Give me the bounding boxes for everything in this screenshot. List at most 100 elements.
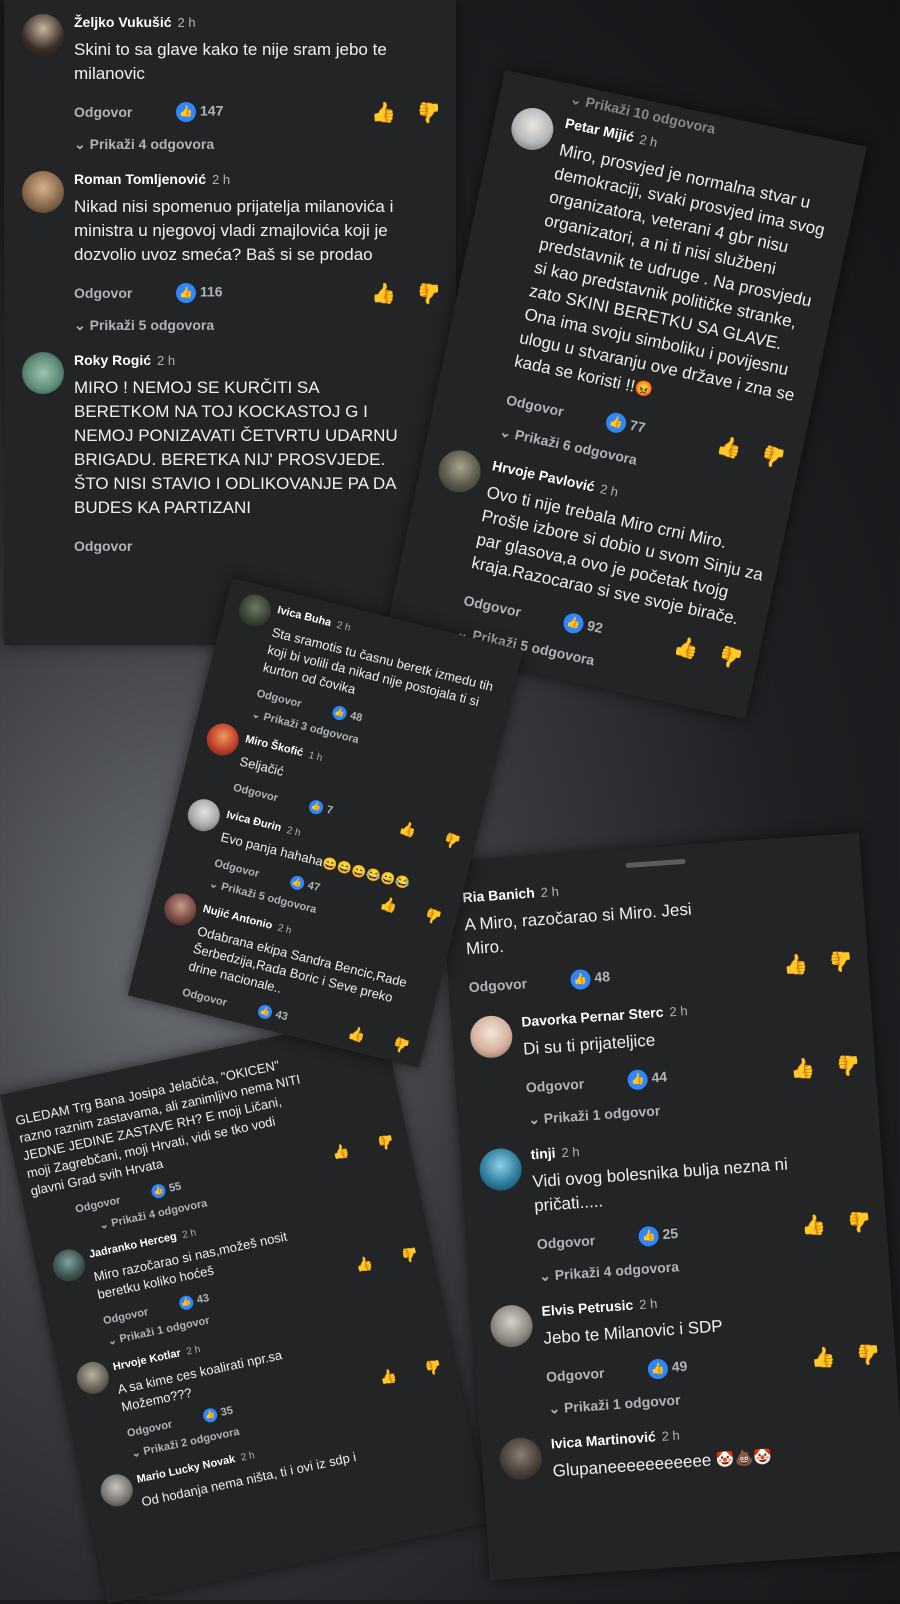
avatar[interactable]: [184, 795, 224, 835]
reply-button[interactable]: Odgovor: [74, 285, 132, 301]
comment-time: 2 h: [185, 1344, 202, 1358]
comment-author[interactable]: Ivica Martinović: [550, 1428, 656, 1451]
reply-button[interactable]: Odgovor: [74, 1194, 121, 1215]
thumbs-up-icon[interactable]: 👍: [330, 1142, 351, 1162]
view-replies-label: Prikaži 4 odgovora: [554, 1258, 680, 1283]
like-count-value: 49: [671, 1357, 688, 1375]
avatar[interactable]: [203, 720, 243, 759]
thumbs-down-icon[interactable]: 👍: [828, 948, 855, 975]
reply-button[interactable]: Odgovor: [546, 1365, 605, 1385]
comment-author[interactable]: Elvis Petrusic: [541, 1297, 634, 1319]
avatar[interactable]: [22, 352, 64, 394]
thumbs-up-icon[interactable]: 👍: [371, 100, 396, 125]
avatar[interactable]: [22, 14, 64, 56]
avatar[interactable]: [434, 446, 485, 497]
comment-time: 2 h: [157, 353, 176, 368]
comment-author[interactable]: Željko Vukušić: [74, 14, 172, 30]
drag-handle[interactable]: [625, 858, 686, 869]
thumbs-up-icon[interactable]: 👍: [801, 1212, 828, 1239]
view-replies-label: Prikaži 5 odgovora: [89, 317, 215, 333]
comment-time: 2 h: [276, 922, 293, 937]
thumbs-up-icon[interactable]: 👍: [714, 433, 744, 463]
avatar[interactable]: [73, 1358, 112, 1397]
thumbs-down-icon[interactable]: 👍: [375, 1132, 395, 1152]
thumbs-up-icon[interactable]: 👍: [371, 281, 396, 306]
reply-button[interactable]: Odgovor: [126, 1419, 173, 1440]
thumbs-up-icon[interactable]: 👍: [397, 819, 418, 840]
reply-button[interactable]: Odgovor: [74, 104, 132, 120]
reply-button[interactable]: Odgovor: [181, 986, 228, 1009]
comment: tinji 2 h Vidi ovog bolesnika bulja nezna…: [470, 1122, 889, 1289]
reply-button[interactable]: Odgovor: [468, 975, 527, 995]
comment-actions: Odgovor: [74, 532, 456, 562]
comment-author[interactable]: tinji: [530, 1145, 556, 1163]
reply-button[interactable]: Odgovor: [102, 1306, 149, 1327]
reply-button[interactable]: Odgovor: [525, 1076, 584, 1096]
like-count: 👍 35: [201, 1404, 235, 1424]
avatar[interactable]: [49, 1246, 88, 1285]
avatar[interactable]: [478, 1147, 524, 1192]
thumbs-up-icon[interactable]: 👍: [346, 1024, 367, 1045]
avatar[interactable]: [468, 1014, 514, 1060]
clown-poop-emoji-icon: 🤡💩🤡: [715, 1448, 773, 1470]
thumbs-up-icon[interactable]: 👍: [810, 1345, 837, 1372]
thumbs-down-icon[interactable]: 👍: [856, 1341, 883, 1368]
thumbs-up-icon[interactable]: 👍: [782, 952, 809, 979]
comment: Roky Rogić 2 h MIRO ! NEMOJ SE KURČITI SA…: [14, 352, 456, 562]
like-count-value: 48: [348, 709, 364, 725]
thumbs-down-icon[interactable]: 👍: [423, 906, 444, 927]
like-count-value: 25: [661, 1225, 679, 1243]
reply-button[interactable]: Odgovor: [232, 782, 279, 805]
thumbs-down-icon[interactable]: 👍: [423, 1357, 443, 1377]
thumbs-up-icon[interactable]: 👍: [378, 895, 400, 916]
thumbs-down-icon[interactable]: 👍: [759, 442, 789, 472]
avatar[interactable]: [97, 1471, 136, 1510]
thumbs-down-icon[interactable]: 👍: [846, 1209, 873, 1236]
comment-author[interactable]: Roky Rogić: [74, 352, 151, 368]
avatar[interactable]: [235, 591, 275, 630]
reply-button[interactable]: Odgovor: [505, 392, 565, 420]
like-count-value: 116: [200, 283, 223, 300]
avatar[interactable]: [22, 171, 64, 213]
comment-time: 2 h: [540, 883, 560, 901]
thumbs-up-icon[interactable]: 👍: [790, 1055, 817, 1082]
like-count-value: 44: [650, 1068, 668, 1086]
comment-author[interactable]: Ria Banich: [462, 884, 535, 905]
thumbs-down-icon[interactable]: 👍: [835, 1052, 862, 1079]
thumbs-down-icon[interactable]: 👍: [391, 1035, 412, 1056]
view-replies-link[interactable]: ⌄ Prikaži 5 odgovora: [74, 317, 456, 334]
comment-time: 2 h: [177, 15, 196, 30]
avatar[interactable]: [160, 889, 200, 929]
thumbs-down-icon[interactable]: 👍: [442, 830, 463, 851]
comment-card-left-top: Željko Vukušić 2 h Skini to sa glave kako…: [4, 0, 456, 645]
comment-author[interactable]: Roman Tomljenović: [74, 171, 206, 187]
thumbs-up-icon[interactable]: 👍: [378, 1367, 399, 1387]
like-badge-icon: 👍: [331, 704, 349, 722]
like-count: 👍 77: [604, 410, 647, 439]
comment-card-right-bottom: Ria Banich 2 h A Miro, razočarao si Miro.…: [440, 832, 900, 1581]
comment-text: MIRO ! NEMOJ SE KURČITI SA BERETKOM NA T…: [74, 378, 398, 517]
reply-button[interactable]: Odgovor: [536, 1232, 595, 1252]
comment: Roman Tomljenović 2 h Nikad nisi spomenuo…: [14, 171, 456, 334]
thumbs-up-icon[interactable]: 👍: [354, 1254, 375, 1274]
view-replies-link[interactable]: ⌄ Prikaži 4 odgovora: [74, 136, 456, 153]
avatar[interactable]: [498, 1436, 544, 1482]
reply-button[interactable]: Odgovor: [462, 592, 522, 620]
thumbs-down-icon[interactable]: 👍: [417, 281, 442, 306]
reply-button[interactable]: Odgovor: [213, 857, 260, 880]
thumbs-down-icon[interactable]: 👍: [717, 643, 747, 673]
thumbs-down-icon[interactable]: 👍: [417, 100, 442, 125]
thumbs-up-icon[interactable]: 👍: [672, 633, 702, 663]
comment-time: 2 h: [638, 1295, 658, 1313]
avatar[interactable]: [507, 104, 558, 154]
reply-button[interactable]: Odgovor: [74, 538, 132, 554]
avatar[interactable]: [489, 1303, 534, 1349]
comment: Željko Vukušić 2 h Skini to sa glave kako…: [14, 14, 456, 153]
like-count: 👍 48: [331, 704, 364, 726]
like-count-value: 35: [219, 1404, 235, 1419]
reply-button[interactable]: Odgovor: [255, 688, 302, 711]
thumbs-down-icon[interactable]: 👍: [399, 1245, 419, 1265]
comment-time: 2 h: [181, 1227, 198, 1242]
like-count: 👍 47: [288, 874, 322, 895]
like-count-value: 43: [195, 1292, 211, 1307]
